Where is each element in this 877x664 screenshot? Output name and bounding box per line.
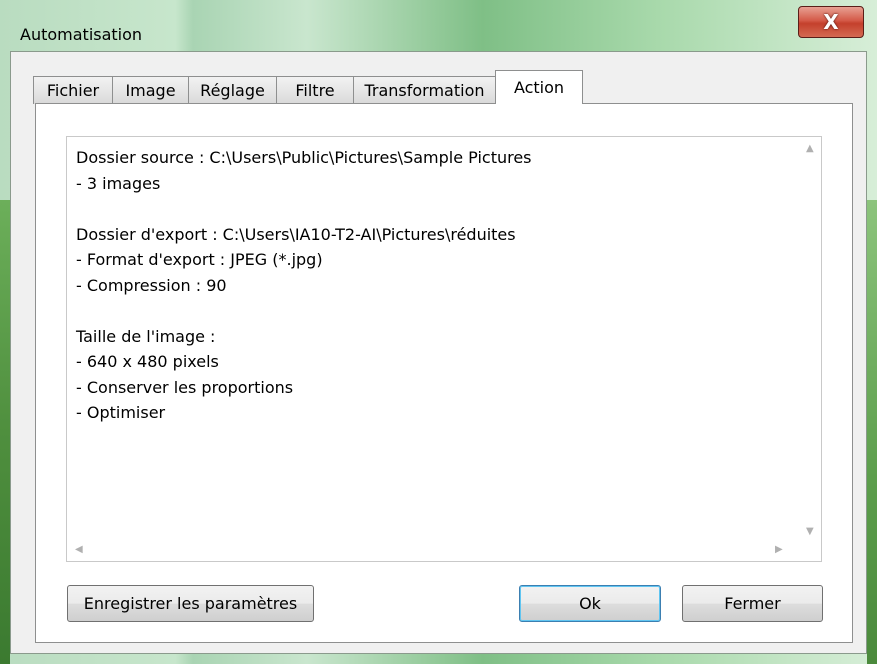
- summary-line: [76, 196, 786, 222]
- summary-textbox[interactable]: Dossier source : C:\Users\Public\Picture…: [66, 136, 822, 562]
- tab-image[interactable]: Image: [112, 76, 189, 104]
- window-close-button[interactable]: X: [798, 6, 864, 38]
- title-bar[interactable]: Automatisation X: [0, 0, 877, 50]
- close-button[interactable]: Fermer: [682, 585, 823, 622]
- scroll-left-icon[interactable]: ◀: [75, 544, 83, 555]
- tab-transformation[interactable]: Transformation: [353, 76, 496, 104]
- summary-line: - Conserver les proportions: [76, 377, 294, 397]
- summary-line: [76, 298, 786, 324]
- summary-line: Dossier source : C:\Users\Public\Picture…: [76, 148, 532, 167]
- summary-line: Taille de l'image :: [76, 326, 216, 346]
- dialog-client-area: Fichier Image Réglage Filtre Transformat…: [10, 51, 867, 654]
- scroll-up-icon[interactable]: ▲: [806, 143, 814, 154]
- window-title: Automatisation: [20, 25, 143, 44]
- summary-line: - Optimiser: [76, 403, 166, 422]
- summary-line: Dossier d'export : C:\Users\IA10-T2-AI\P…: [76, 224, 516, 244]
- close-icon: X: [823, 10, 839, 34]
- tab-fichier[interactable]: Fichier: [33, 76, 113, 104]
- summary-line: - 640 x 480 pixels: [76, 352, 219, 371]
- action-tab-panel: Dossier source : C:\Users\Public\Picture…: [35, 103, 853, 643]
- summary-line: - Compression : 90: [76, 275, 227, 295]
- window-border-right: [867, 200, 877, 664]
- dialog-window: Automatisation X Fichier Image Réglage F…: [0, 0, 877, 664]
- summary-line: - Format d'export : JPEG (*.jpg): [76, 250, 323, 269]
- scroll-right-icon[interactable]: ▶: [775, 544, 783, 555]
- ok-button[interactable]: Ok: [519, 585, 661, 622]
- scroll-down-icon[interactable]: ▼: [806, 526, 814, 537]
- save-settings-button[interactable]: Enregistrer les paramètres: [67, 585, 314, 622]
- tab-action[interactable]: Action: [495, 70, 583, 104]
- summary-line: - 3 images: [76, 173, 161, 193]
- summary-text: Dossier source : C:\Users\Public\Picture…: [76, 145, 786, 426]
- vertical-scrollbar[interactable]: ▲ ▼: [801, 137, 821, 541]
- horizontal-scrollbar[interactable]: ◀ ▶: [67, 540, 801, 561]
- tab-filtre[interactable]: Filtre: [276, 76, 354, 104]
- window-border-left: [0, 200, 10, 664]
- tab-reglage[interactable]: Réglage: [188, 76, 277, 104]
